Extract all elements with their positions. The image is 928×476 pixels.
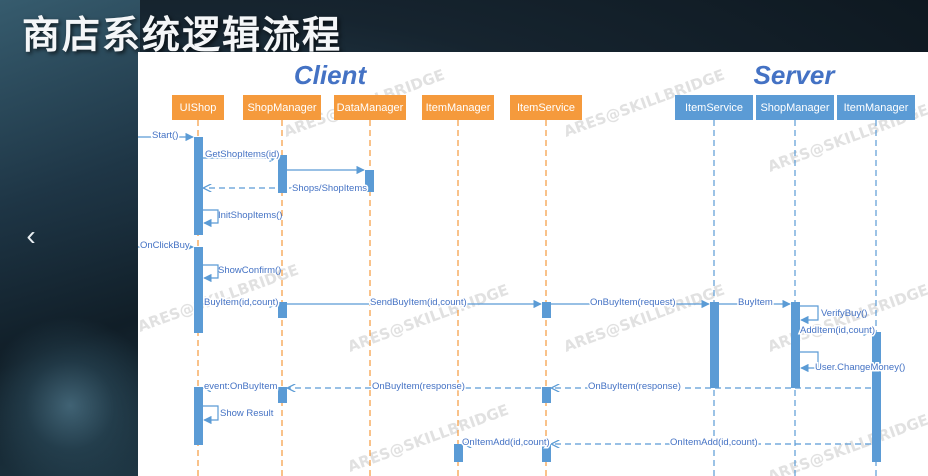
watermark: ARES@SKILLBRIDGE (561, 281, 727, 356)
message-label: ShowConfirm() (218, 265, 281, 276)
message-label: OnBuyItem(response) (588, 381, 681, 392)
self-message-arrow (203, 405, 219, 425)
diagram-panel: ARES@SKILLBRIDGE ARES@SKILLBRIDGE ARES@S… (138, 52, 928, 476)
participant-label: DataManager (337, 102, 404, 114)
message-label: BuyItem (738, 297, 773, 308)
message-label: GetShopItems(id) (205, 149, 279, 160)
self-message-arrow (203, 264, 219, 283)
self-message-arrow (203, 209, 219, 228)
message-label: Shops/ShopItems (292, 183, 367, 194)
participant-label: ShopManager (760, 102, 829, 114)
message-label: OnItemAdd(id,count) (462, 437, 550, 448)
participants: UIShop ShopManager DataManager ItemManag… (172, 95, 915, 120)
client-group-title: Client (294, 60, 368, 90)
message-label: OnClickBuy (140, 240, 190, 251)
background-art-glow (0, 300, 140, 476)
activation-bar (278, 155, 287, 193)
participant-label: ItemService (517, 102, 575, 114)
activation-bar (542, 302, 551, 318)
message-label: OnBuyItem(response) (372, 381, 465, 392)
self-message-arrow (800, 305, 819, 325)
message-label: InitShopItems() (218, 210, 282, 221)
activation-bar (278, 387, 287, 403)
message-label: User.ChangeMoney() (815, 362, 905, 373)
activation-bar (194, 247, 203, 333)
participant-label: ShopManager (247, 102, 316, 114)
activation-bar (710, 302, 719, 388)
sequence-diagram: ARES@SKILLBRIDGE ARES@SKILLBRIDGE ARES@S… (138, 60, 928, 476)
activation-bar (542, 387, 551, 403)
page-title: 商店系统逻辑流程 (22, 13, 343, 57)
participant-label: ItemManager (844, 102, 909, 114)
participant-label: ItemManager (426, 102, 491, 114)
message-label: event:OnBuyItem (204, 381, 277, 392)
previous-slide-icon[interactable]: ‹ (14, 216, 48, 256)
message-label: SendBuyItem(id,count) (370, 297, 467, 308)
message-label: Start() (152, 130, 178, 141)
message-label: OnBuyItem(request) (590, 297, 676, 308)
server-group-title: Server (754, 60, 837, 90)
activation-bar (194, 137, 203, 235)
message-label: AddItem(id,count) (800, 325, 875, 336)
message-label: VerifyBuy() (821, 308, 867, 319)
activation-bar (194, 387, 203, 445)
message-label: OnItemAdd(id,count) (670, 437, 758, 448)
activation-bar (872, 332, 881, 462)
message-label: Show Result (220, 408, 274, 419)
message-label: BuyItem(id,count) (204, 297, 278, 308)
activation-bar (278, 302, 287, 318)
watermark: ARES@SKILLBRIDGE (765, 411, 928, 476)
participant-label: UIShop (180, 102, 217, 114)
participant-label: ItemService (685, 102, 743, 114)
activation-bar (791, 302, 800, 388)
